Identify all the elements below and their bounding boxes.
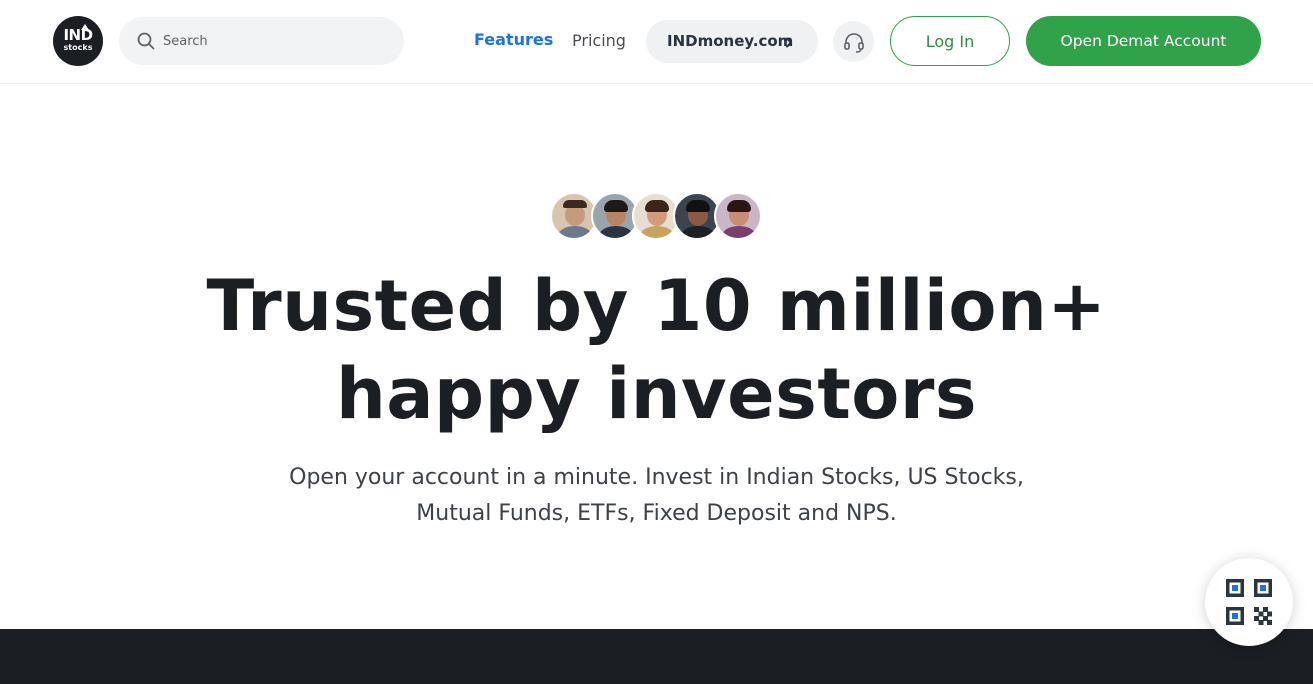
search-bar[interactable]	[119, 17, 404, 65]
qr-code-button[interactable]	[1205, 558, 1293, 646]
chevron-right-icon	[786, 37, 792, 48]
hero-subheading-line2: Mutual Funds, ETFs, Fixed Deposit and NP…	[416, 501, 897, 526]
hero-headline: Trusted by 10 million+ happy investors	[0, 262, 1313, 438]
nav-link-indmoney-label: INDmoney.com	[667, 32, 794, 50]
logo-text-ind: IND	[63, 26, 93, 44]
hero-subheading-line1: Open your account in a minute. Invest in…	[289, 465, 1024, 490]
page: IND stocks Features Pricing INDmoney.com	[0, 0, 1313, 684]
avatar	[714, 192, 762, 240]
search-icon	[137, 32, 155, 50]
logo-text-stocks: stocks	[63, 43, 93, 52]
support-button[interactable]	[833, 21, 874, 62]
investor-avatars	[550, 192, 770, 240]
logo-arrow-icon	[81, 24, 89, 30]
nav-link-pricing[interactable]: Pricing	[572, 31, 626, 50]
top-navbar: IND stocks Features Pricing INDmoney.com	[0, 0, 1313, 84]
nav-link-features[interactable]: Features	[474, 30, 553, 49]
dark-section-band	[0, 629, 1313, 684]
indstocks-logo[interactable]: IND stocks	[53, 16, 103, 66]
search-input[interactable]	[163, 27, 383, 55]
headset-icon	[844, 33, 864, 53]
open-demat-account-button[interactable]: Open Demat Account	[1026, 16, 1261, 66]
qr-code-icon	[1226, 579, 1272, 625]
nav-link-indmoney[interactable]: INDmoney.com	[646, 20, 818, 63]
login-button[interactable]: Log In	[890, 16, 1010, 66]
hero-headline-line1: Trusted by 10 million+	[206, 265, 1107, 347]
hero-subheading: Open your account in a minute. Invest in…	[0, 460, 1313, 532]
hero-headline-line2: happy investors	[335, 353, 978, 435]
